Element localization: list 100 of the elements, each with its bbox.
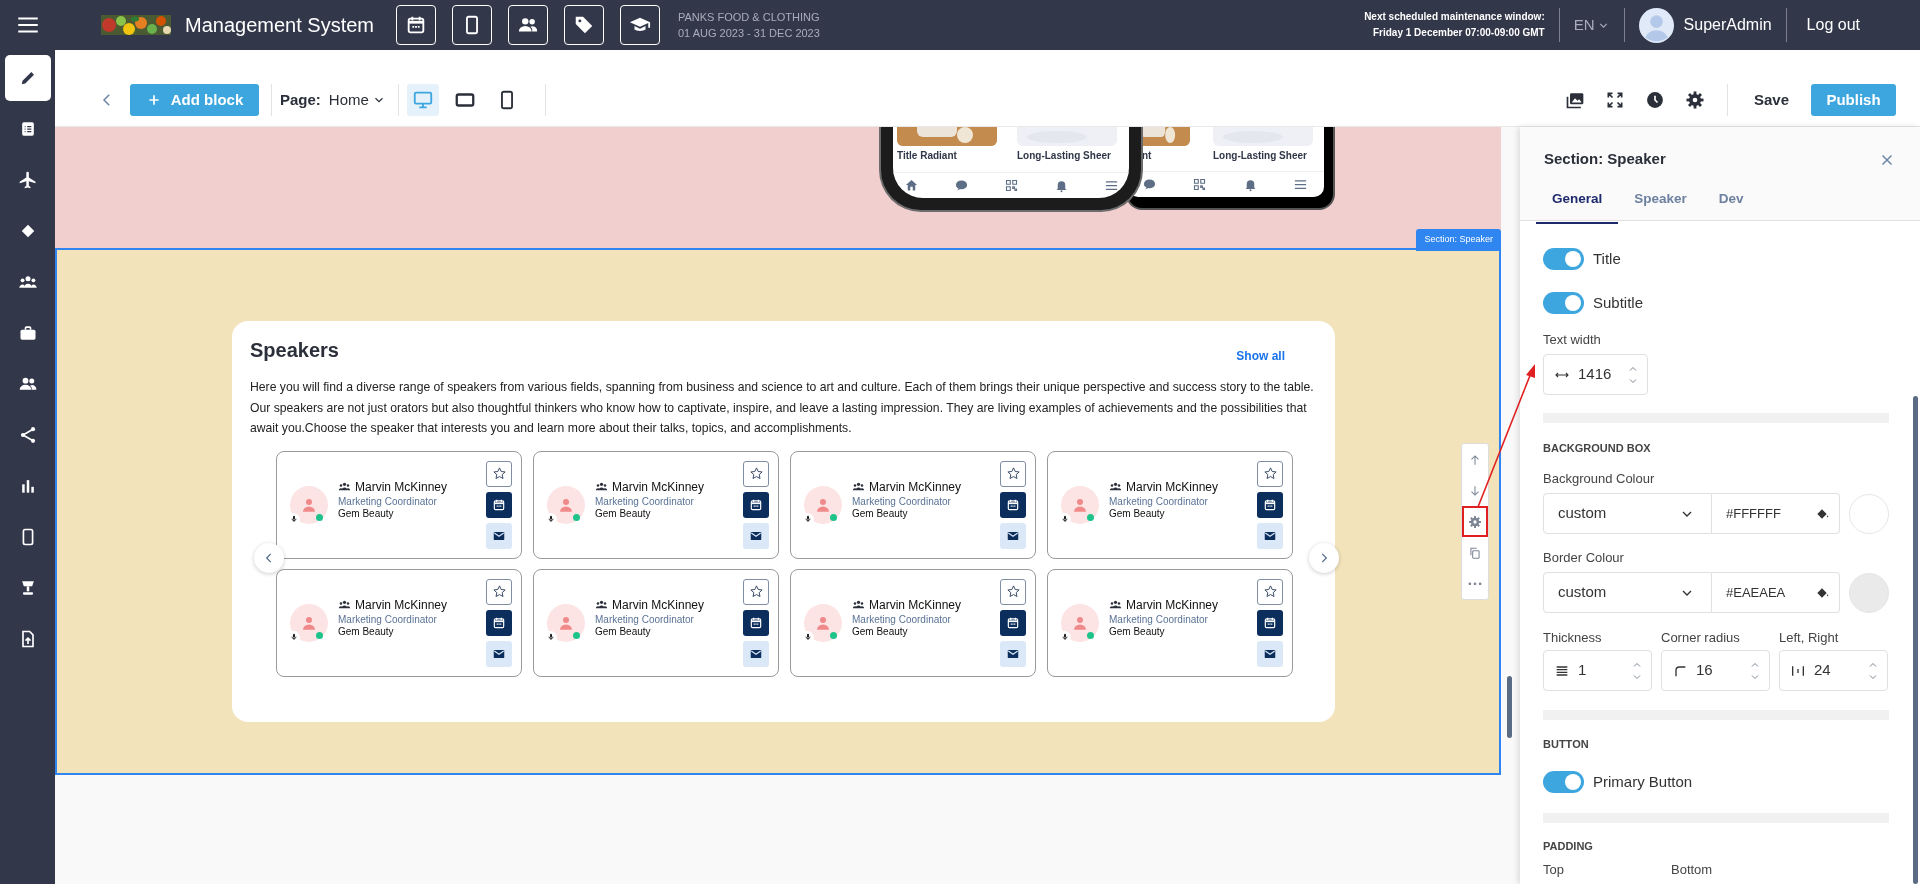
speaker-role: Marketing Coordinator xyxy=(595,613,695,626)
group-icon xyxy=(852,598,865,611)
field-value: 16 xyxy=(1696,660,1713,681)
calendar-button[interactable] xyxy=(1257,609,1283,636)
microphone-icon xyxy=(289,515,298,523)
favorite-button[interactable] xyxy=(486,460,512,487)
section-heading: PADDING xyxy=(1543,838,1594,853)
show-all-link[interactable]: Show all xyxy=(1236,347,1285,365)
panel-tab[interactable]: General xyxy=(1536,180,1619,225)
toggle-switch[interactable] xyxy=(1543,771,1584,794)
calendar-button[interactable] xyxy=(1257,491,1283,518)
speaker-card[interactable]: Marvin McKinney Marketing Coordinator Gem Beauty xyxy=(1047,568,1293,677)
speaker-company: Gem Beauty xyxy=(338,507,395,520)
qr-code-icon[interactable] xyxy=(1192,177,1208,192)
calendar-icon xyxy=(1006,497,1020,512)
group-icon xyxy=(595,480,608,493)
mail-button[interactable] xyxy=(486,522,512,549)
briefcase-icon xyxy=(18,323,38,343)
previous-button[interactable] xyxy=(254,542,284,573)
speaker-card[interactable]: Marvin McKinney Marketing Coordinator Gem Beauty xyxy=(1047,450,1293,559)
star-icon xyxy=(748,584,764,599)
toggle-label: Title xyxy=(1593,249,1621,269)
calendar-button[interactable] xyxy=(1000,491,1026,518)
speaker-card[interactable]: Marvin McKinney Marketing Coordinator Gem Beauty xyxy=(533,450,779,559)
speaker-card[interactable]: Marvin McKinney Marketing Coordinator Gem Beauty xyxy=(276,568,522,677)
mail-button[interactable] xyxy=(486,640,512,667)
favorite-button[interactable] xyxy=(743,460,769,487)
panel-tab[interactable]: Dev xyxy=(1702,180,1760,225)
calendar-button[interactable] xyxy=(743,609,769,636)
home-icon[interactable] xyxy=(904,178,919,193)
colour-hex-field[interactable]: #FFFFFF xyxy=(1712,493,1840,534)
desktop-icon xyxy=(411,89,434,111)
field-label: Text width xyxy=(1543,332,1602,348)
calendar-icon xyxy=(405,14,427,36)
mail-button[interactable] xyxy=(1257,522,1283,549)
save-button[interactable]: Save xyxy=(1753,88,1789,112)
speaker-role: Marketing Coordinator xyxy=(338,495,438,508)
calendar-button[interactable] xyxy=(743,491,769,518)
colour-mode-select[interactable]: custom xyxy=(1543,493,1712,534)
calendar-icon xyxy=(749,497,763,512)
event-dates: 01 AUG 2023 - 31 DEC 2023 xyxy=(678,26,820,41)
colour-swatch[interactable] xyxy=(1849,572,1889,613)
more-icon xyxy=(1468,581,1482,586)
app-title: Management System xyxy=(185,13,374,38)
scrollbar[interactable] xyxy=(1507,676,1512,738)
toggle-label: Subtitle xyxy=(1593,292,1644,313)
language-dropdown[interactable]: EN xyxy=(1573,13,1610,37)
menu-icon[interactable] xyxy=(1104,178,1119,193)
speaker-role: Marketing Coordinator xyxy=(852,613,952,626)
mail-button[interactable] xyxy=(1257,640,1283,667)
speaker-card[interactable]: Marvin McKinney Marketing Coordinator Gem Beauty xyxy=(790,450,1036,559)
favorite-button[interactable] xyxy=(1257,578,1283,605)
desktop-view-button[interactable] xyxy=(406,84,439,116)
favorite-button[interactable] xyxy=(1000,578,1026,605)
speaker-role: Marketing Coordinator xyxy=(1109,495,1209,508)
mail-button[interactable] xyxy=(743,522,769,549)
mail-button[interactable] xyxy=(1000,640,1026,667)
field-label: Left, Right xyxy=(1779,630,1840,646)
mobile-button[interactable] xyxy=(452,5,492,45)
scrollbar[interactable] xyxy=(1913,396,1918,884)
toggle-switch[interactable] xyxy=(1543,248,1584,271)
share-icon xyxy=(18,425,38,445)
logout-button[interactable]: Log out xyxy=(1806,13,1860,37)
calendar-button[interactable] xyxy=(486,491,512,518)
menu-icon[interactable] xyxy=(1293,177,1308,192)
mail-button[interactable] xyxy=(743,640,769,667)
microphone-icon xyxy=(803,515,812,523)
star-icon xyxy=(491,466,507,481)
toggle-label: Primary Button xyxy=(1593,772,1693,792)
colour-hex-field[interactable]: #EAEAEA xyxy=(1712,572,1840,613)
panel-tab[interactable]: Speaker xyxy=(1618,180,1703,225)
speaker-card[interactable]: Marvin McKinney Marketing Coordinator Gem Beauty xyxy=(533,568,779,677)
section-label: Section: Speaker xyxy=(1416,229,1501,251)
colour-swatch[interactable] xyxy=(1849,493,1889,534)
users-button[interactable] xyxy=(508,5,548,45)
colour-mode-select[interactable]: custom xyxy=(1543,572,1712,613)
mail-button[interactable] xyxy=(1000,522,1026,549)
courses-button[interactable] xyxy=(620,5,660,45)
qr-code-icon[interactable] xyxy=(1004,178,1019,193)
speaker-card[interactable]: Marvin McKinney Marketing Coordinator Gem Beauty xyxy=(790,568,1036,677)
page-dropdown[interactable]: Home xyxy=(328,88,386,112)
speaker-name: Marvin McKinney xyxy=(1126,478,1219,496)
favorite-button[interactable] xyxy=(1257,460,1283,487)
favorite-button[interactable] xyxy=(486,578,512,605)
favorite-button[interactable] xyxy=(743,578,769,605)
chat-icon[interactable] xyxy=(1142,177,1157,192)
field-value: 1416 xyxy=(1578,364,1612,385)
calendar-button[interactable] xyxy=(1000,609,1026,636)
bell-icon[interactable] xyxy=(1054,178,1069,193)
calendar-button[interactable] xyxy=(396,5,436,45)
speaker-company: Gem Beauty xyxy=(595,625,652,638)
product-title: Title Radiant xyxy=(897,149,958,163)
tag-button[interactable] xyxy=(564,5,604,45)
favorite-button[interactable] xyxy=(1000,460,1026,487)
sidebar-item[interactable] xyxy=(5,55,51,101)
speaker-name: Marvin McKinney xyxy=(1126,596,1219,614)
chat-icon[interactable] xyxy=(954,178,969,193)
calendar-button[interactable] xyxy=(486,609,512,636)
toggle-switch[interactable] xyxy=(1543,291,1584,314)
speaker-card[interactable]: Marvin McKinney Marketing Coordinator Gem Beauty xyxy=(276,450,522,559)
